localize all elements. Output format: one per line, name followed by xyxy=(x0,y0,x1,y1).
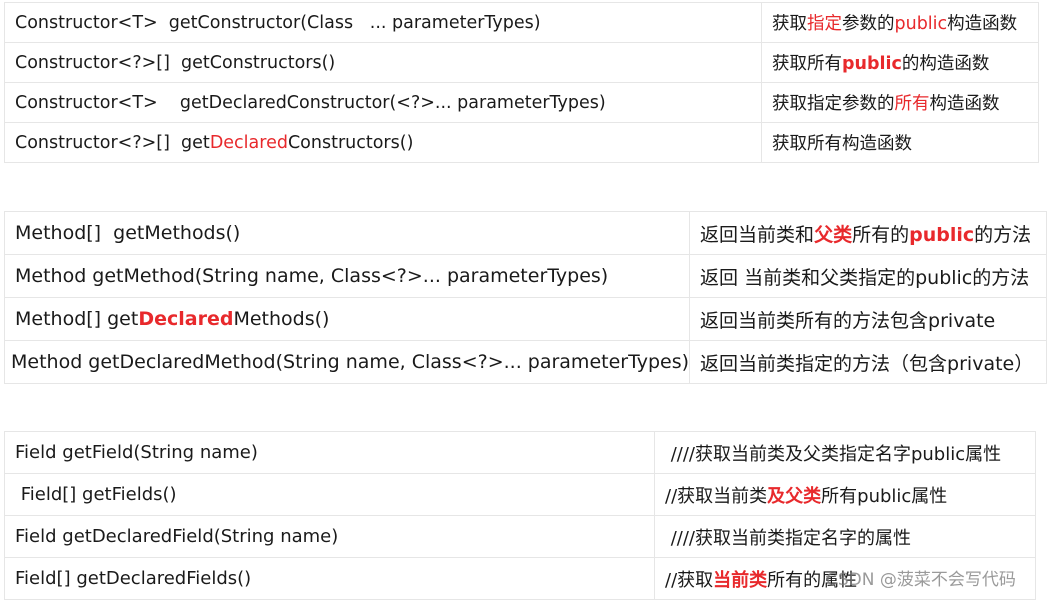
highlight-segment: public xyxy=(909,223,975,246)
text-segment: 获取 xyxy=(772,14,807,34)
method-description-cell: 获取所有public的构造函数 xyxy=(761,42,1039,83)
text-segment: Constructors() xyxy=(287,132,414,153)
text-segment: 所有public属性 xyxy=(821,485,948,507)
text-segment: 返回 当前类和父类指定的public的方法 xyxy=(700,266,1030,289)
method-signature-cell: Method[] getDeclaredMethods() xyxy=(4,297,691,341)
text-segment: 构造函数 xyxy=(947,14,1018,34)
method-description-cell: ////获取当前类指定名字的属性 xyxy=(654,515,1036,558)
method-signature-cell: Constructor<T> getConstructor(Class ... … xyxy=(4,2,762,43)
text-segment: Constructor<T> getConstructor(Class ... … xyxy=(15,12,541,33)
text-segment: 的方法 xyxy=(974,223,1032,246)
highlight-segment: public xyxy=(894,14,948,34)
method-methods-table: Method[] getMethods() 返回当前类和父类所有的public的… xyxy=(4,211,1047,384)
text-segment: Constructor<?>[] get xyxy=(15,132,210,153)
text-segment: 构造函数 xyxy=(929,94,1000,114)
text-segment: 的构造函数 xyxy=(901,54,990,74)
text-segment: Method[] getMethods() xyxy=(15,222,241,244)
highlight-segment: 所有 xyxy=(894,94,930,114)
table-row: Constructor<T> getConstructor(Class ... … xyxy=(4,2,1039,43)
method-description-cell: ////获取当前类及父类指定名字public属性 xyxy=(655,432,1036,474)
method-description-cell: 返回当前类所有的方法包含private xyxy=(689,297,1047,341)
method-description-cell: //获取当前类及父类所有public属性 xyxy=(654,473,1036,516)
method-description-cell: 返回 当前类和父类指定的public的方法 xyxy=(689,254,1047,298)
highlight-segment: Declared xyxy=(138,308,234,330)
table-row: Constructor<?>[] getDeclaredConstructors… xyxy=(4,122,1039,163)
method-signature-cell: Field[] getFields() xyxy=(4,473,655,516)
table-row: Method[] getDeclaredMethods() 返回当前类所有的方法… xyxy=(4,297,1047,341)
text-segment: 返回当前类指定的方法（包含private） xyxy=(700,352,1034,375)
text-segment: Method getDeclaredMethod(String name, Cl… xyxy=(11,351,690,373)
text-segment: 返回当前类和 xyxy=(700,223,815,246)
method-signature-cell: Method getMethod(String name, Class<?>..… xyxy=(4,254,691,298)
text-segment: 获取所有 xyxy=(772,54,842,74)
table-row: Constructor<?>[] getConstructors() 获取所有p… xyxy=(4,42,1039,83)
text-segment: Methods() xyxy=(233,308,330,330)
table-row: Method getMethod(String name, Class<?>..… xyxy=(4,254,1047,298)
highlight-segment: Declared xyxy=(209,132,288,153)
text-segment: Field getField(String name) xyxy=(15,442,258,463)
highlight-segment: 父类 xyxy=(814,223,853,246)
method-description-cell: 返回当前类指定的方法（包含private） xyxy=(689,340,1047,384)
method-signature-cell: Constructor<T> getDeclaredConstructor(<?… xyxy=(4,82,762,123)
constructor-methods-table: Constructor<T> getConstructor(Class ... … xyxy=(4,2,1039,163)
method-signature-cell: Field getDeclaredField(String name) xyxy=(4,515,655,558)
text-segment: 参数的 xyxy=(842,14,895,34)
text-segment: ////获取当前类及父类指定名字public属性 xyxy=(665,443,1002,465)
table-row: Method[] getMethods() 返回当前类和父类所有的public的… xyxy=(4,211,1047,255)
text-segment: Field getDeclaredField(String name) xyxy=(15,526,339,547)
text-segment: Field[] getFields() xyxy=(15,484,177,505)
highlight-segment: 指定 xyxy=(807,14,842,34)
text-segment: //获取当前类 xyxy=(665,485,768,507)
text-segment: Method[] get xyxy=(15,308,139,330)
method-description-cell: 获取所有构造函数 xyxy=(761,122,1039,163)
method-signature-cell: Field getField(String name) xyxy=(4,431,655,474)
table-row: Field getDeclaredField(String name) ////… xyxy=(4,515,1036,558)
method-description-cell: 获取指定参数的所有构造函数 xyxy=(761,82,1039,123)
text-segment: 返回当前类所有的方法包含private xyxy=(700,309,996,332)
method-description-cell: 返回当前类和父类所有的public的方法 xyxy=(690,212,1047,255)
table-row: Method getDeclaredMethod(String name, Cl… xyxy=(4,340,1047,384)
method-signature-cell: Method getDeclaredMethod(String name, Cl… xyxy=(4,340,691,384)
text-segment: Method getMethod(String name, Class<?>..… xyxy=(15,265,609,287)
text-segment: 获取指定参数的 xyxy=(772,94,895,114)
highlight-segment: 及父类 xyxy=(767,485,822,507)
text-segment: ////获取当前类指定名字的属性 xyxy=(665,527,911,549)
method-signature-cell: Field[] getDeclaredFields() xyxy=(4,557,655,600)
watermark: CSDN @菠菜不会写代码 xyxy=(826,570,1016,590)
table-row: Field getField(String name) ////获取当前类及父类… xyxy=(4,431,1036,474)
text-segment: Constructor<?>[] getConstructors() xyxy=(15,52,336,73)
text-segment: Field[] getDeclaredFields() xyxy=(15,568,252,589)
text-segment: 获取所有构造函数 xyxy=(772,134,912,154)
method-description-cell: 获取指定参数的public构造函数 xyxy=(762,3,1039,43)
highlight-segment: 当前类 xyxy=(713,569,768,591)
text-segment: //获取 xyxy=(665,569,714,591)
table-row: Field[] getFields() //获取当前类及父类所有public属性 xyxy=(4,473,1036,516)
method-signature-cell: Constructor<?>[] getConstructors() xyxy=(4,42,762,83)
text-segment: Constructor<T> getDeclaredConstructor(<?… xyxy=(15,92,606,113)
method-signature-cell: Method[] getMethods() xyxy=(4,211,691,255)
highlight-segment: public xyxy=(842,54,902,74)
text-segment: 所有的 xyxy=(852,223,910,246)
method-signature-cell: Constructor<?>[] getDeclaredConstructors… xyxy=(4,122,762,163)
table-row: Constructor<T> getDeclaredConstructor(<?… xyxy=(4,82,1039,123)
